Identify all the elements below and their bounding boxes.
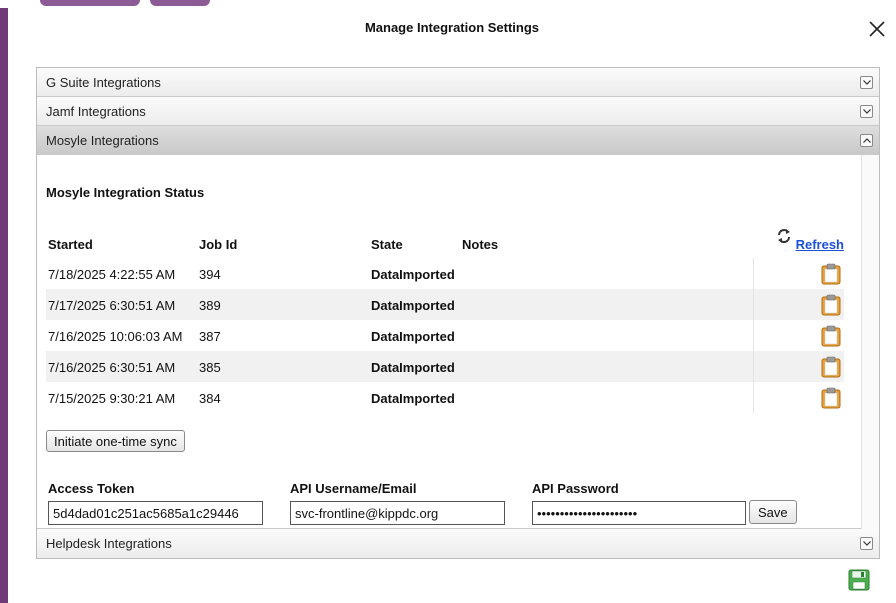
column-divider [753,258,754,289]
clipboard-icon[interactable] [821,387,841,409]
section-mosyle-header[interactable]: Mosyle Integrations [37,126,879,155]
initiate-sync-button[interactable]: Initiate one-time sync [46,430,185,452]
api-username-input[interactable] [290,501,505,525]
table-row: 7/16/2025 10:06:03 AM 387 DataImported [46,320,844,351]
col-notes: Notes [462,237,499,252]
api-username-label: API Username/Email [290,481,417,496]
expand-toggle[interactable] [860,537,873,550]
cell-state: DataImported [371,298,455,313]
access-token-input[interactable] [48,501,263,525]
table-header: Started Job Id State Notes Refresh [46,228,844,258]
clipboard-icon[interactable] [821,294,841,316]
column-divider [753,351,754,382]
section-label: Jamf Integrations [46,104,146,119]
refresh-control[interactable]: Refresh [764,228,844,258]
section-jamf-header[interactable]: Jamf Integrations [37,97,879,126]
section-helpdesk-header[interactable]: Helpdesk Integrations [37,529,879,558]
integrations-accordion: G Suite Integrations Jamf Integrations M… [36,67,880,559]
dialog-title: Manage Integration Settings [364,20,540,35]
expand-toggle[interactable] [860,105,873,118]
col-job-id: Job Id [199,237,238,252]
chevron-up-icon [863,138,871,143]
cell-state: DataImported [371,360,455,375]
table-row: 7/16/2025 6:30:51 AM 385 DataImported [46,351,844,382]
api-password-input[interactable] [532,501,746,525]
close-button[interactable] [866,18,888,40]
chevron-down-icon [863,80,871,85]
table-row: 7/15/2025 9:30:21 AM 384 DataImported [46,382,844,413]
chevron-down-icon [863,541,871,546]
api-password-label: API Password [532,481,619,496]
table-row: 7/18/2025 4:22:55 AM 394 DataImported [46,258,844,289]
refresh-link[interactable]: Refresh [796,237,844,252]
cell-job-id: 387 [199,329,221,344]
save-disk-icon[interactable] [848,569,870,591]
mosyle-panel: Mosyle Integration Status Started Job Id… [37,155,879,529]
col-state: State [371,237,403,252]
section-label: Mosyle Integrations [46,133,159,148]
cell-job-id: 385 [199,360,221,375]
save-button[interactable]: Save [749,500,797,524]
column-divider [753,289,754,320]
cell-job-id: 384 [199,391,221,406]
clipboard-icon[interactable] [821,263,841,285]
refresh-icon[interactable] [776,228,792,244]
chevron-down-icon [863,109,871,114]
col-started: Started [48,237,93,252]
jobs-table: Started Job Id State Notes Refresh 7/18/… [46,228,844,413]
collapse-toggle[interactable] [860,134,873,147]
cell-started: 7/16/2025 6:30:51 AM [48,360,176,375]
cell-started: 7/17/2025 6:30:51 AM [48,298,176,313]
clipboard-icon[interactable] [821,356,841,378]
close-icon [869,21,885,37]
window-frame-top [0,0,896,8]
section-label: G Suite Integrations [46,75,161,90]
cell-state: DataImported [371,329,455,344]
section-label: Helpdesk Integrations [46,536,172,551]
cell-state: DataImported [371,267,455,282]
clipboard-icon[interactable] [821,325,841,347]
cell-state: DataImported [371,391,455,406]
column-divider [753,382,754,413]
cell-started: 7/16/2025 10:06:03 AM [48,329,183,344]
panel-scrollbar[interactable] [861,155,879,529]
section-gsuite-header[interactable]: G Suite Integrations [37,68,879,97]
cell-job-id: 394 [199,267,221,282]
cell-started: 7/18/2025 4:22:55 AM [48,267,176,282]
access-token-label: Access Token [48,481,135,496]
table-row: 7/17/2025 6:30:51 AM 389 DataImported [46,289,844,320]
window-frame-left [0,0,8,603]
expand-toggle[interactable] [860,76,873,89]
column-divider [753,320,754,351]
cell-job-id: 389 [199,298,221,313]
status-title: Mosyle Integration Status [46,185,205,200]
cell-started: 7/15/2025 9:30:21 AM [48,391,176,406]
